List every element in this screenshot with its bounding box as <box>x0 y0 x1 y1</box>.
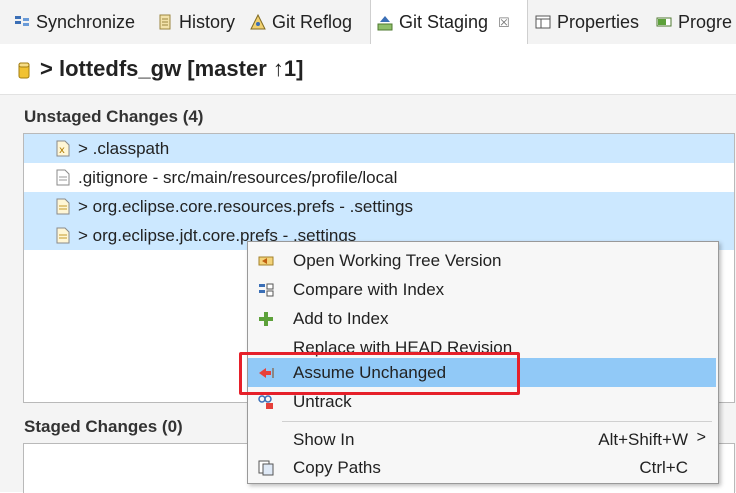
list-item[interactable]: x > .classpath <box>24 134 734 163</box>
unstaged-changes-label: Unstaged Changes (4) <box>24 107 204 126</box>
close-icon[interactable]: ☒ <box>498 15 510 31</box>
git-reflog-icon <box>250 13 266 30</box>
compare-icon <box>258 282 274 298</box>
list-item-label: > .classpath <box>78 138 170 158</box>
file-icon <box>56 169 70 186</box>
menu-item-label: Show In <box>293 430 355 449</box>
tab-synchronize[interactable]: Synchronize <box>14 0 135 44</box>
tab-git-reflog[interactable]: Git Reflog <box>250 0 352 44</box>
tab-label: History <box>179 11 236 32</box>
menu-item-label: Untrack <box>293 392 352 411</box>
menu-item-copy-paths[interactable]: Copy Paths Ctrl+C <box>248 453 716 482</box>
menu-item-open-working-tree-version[interactable]: Open Working Tree Version <box>248 246 716 275</box>
tab-label: Progre <box>678 11 733 32</box>
tab-progress[interactable]: Progre <box>656 0 732 44</box>
menu-item-show-in[interactable]: Show In Alt+Shift+W > <box>248 425 716 454</box>
properties-icon <box>535 14 551 30</box>
file-modified-icon <box>56 198 70 215</box>
menu-item-label: Add to Index <box>293 309 389 328</box>
tab-properties[interactable]: Properties <box>535 0 639 44</box>
annotation-highlight-box <box>239 352 520 395</box>
repository-icon <box>18 61 30 79</box>
menu-item-label: Compare with Index <box>293 280 445 299</box>
staging-header: > lottedfs_gw [master ↑1] <box>0 44 736 95</box>
untrack-icon <box>258 394 274 410</box>
synchronize-icon <box>14 14 30 30</box>
tab-label: Properties <box>557 11 640 32</box>
submenu-arrow-icon: > <box>696 429 706 446</box>
menu-item-label: Open Working Tree Version <box>293 251 502 270</box>
staged-changes-label: Staged Changes (0) <box>24 417 183 436</box>
menu-separator <box>282 421 712 422</box>
menu-item-compare-with-index[interactable]: Compare with Index <box>248 275 716 304</box>
list-item-label: > org.eclipse.core.resources.prefs - .se… <box>78 196 413 216</box>
progress-icon <box>656 14 672 30</box>
menu-item-add-to-index[interactable]: Add to Index <box>248 304 716 333</box>
file-modified-icon: x <box>56 140 70 157</box>
page-title: > lottedfs_gw [master ↑1] <box>40 56 304 81</box>
tab-git-staging[interactable]: Git Staging ☒ <box>370 0 528 45</box>
tab-label: Git Reflog <box>272 11 353 32</box>
menu-item-shortcut: Alt+Shift+W <box>598 430 688 449</box>
copy-paths-icon <box>258 460 274 476</box>
menu-item-label: Copy Paths <box>293 458 381 477</box>
list-item[interactable]: .gitignore - src/main/resources/profile/… <box>24 163 734 192</box>
tab-history[interactable]: History <box>157 0 235 44</box>
svg-text:x: x <box>59 145 65 156</box>
open-working-tree-icon <box>258 253 274 269</box>
tab-label: Synchronize <box>36 11 136 32</box>
file-modified-icon <box>56 227 70 244</box>
list-item[interactable]: > org.eclipse.core.resources.prefs - .se… <box>24 192 734 221</box>
view-tab-bar: Synchronize History Git Reflog Git Stagi… <box>0 0 736 45</box>
menu-item-shortcut: Ctrl+C <box>639 458 688 477</box>
list-item-label: .gitignore - src/main/resources/profile/… <box>78 167 398 187</box>
add-icon <box>258 311 274 327</box>
git-staging-icon <box>377 15 393 31</box>
tab-label: Git Staging <box>399 12 489 32</box>
history-icon <box>157 14 173 30</box>
